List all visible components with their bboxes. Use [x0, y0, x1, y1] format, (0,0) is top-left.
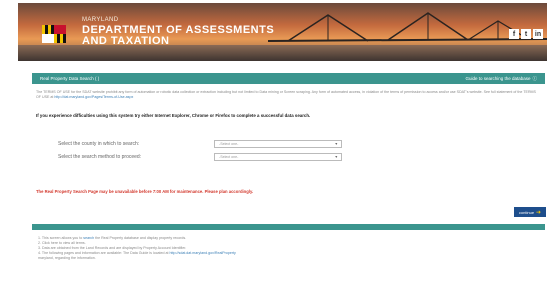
note-text: 1. This screen allows you to [38, 236, 84, 240]
method-label: Select the search method to proceed: [58, 154, 142, 160]
data-guide-link[interactable]: http://sdat.dat.maryland.gov/RealPropert… [170, 251, 236, 255]
chevron-down-icon: ▼ [334, 142, 338, 146]
continue-button[interactable]: continue ➜ [514, 207, 546, 217]
search-title-bar: Real Property Data Search ( ) Guide to s… [32, 73, 545, 84]
note-text: 4. The following pages and information a… [38, 251, 170, 255]
maintenance-warning: The Real Property Search Page may be una… [36, 189, 254, 194]
bridge-image [268, 12, 547, 42]
terms-of-use-link[interactable]: http://dat.maryland.gov/Pages/Terms-of-U… [54, 95, 133, 99]
county-select[interactable]: -Select one- ▼ [214, 140, 342, 148]
method-row: Select the search method to proceed: -Se… [58, 153, 342, 161]
note-text: maryland, regarding the information. [38, 256, 96, 260]
note-text: 3. Data are obtained from the Land Recor… [38, 246, 187, 250]
disclaimer-text: The TERMS OF USE for the SDAT website pr… [36, 90, 390, 94]
section-divider [32, 224, 545, 230]
search-link[interactable]: search [83, 236, 94, 240]
linkedin-icon[interactable]: in [533, 29, 543, 39]
county-row: Select the county in which to search: -S… [58, 140, 342, 148]
browser-notice: If you experience difficulties using thi… [36, 113, 311, 118]
help-icon: ⓘ [532, 75, 538, 81]
header-banner: MARYLAND DEPARTMENT OF ASSESSMENTS AND T… [18, 3, 547, 61]
help-notes: 1. This screen allows you to search the … [38, 236, 543, 261]
guide-link-label: Guide to searching the database [465, 76, 531, 81]
county-select-value: -Select one- [219, 142, 239, 146]
twitter-icon[interactable]: t [521, 29, 531, 39]
social-links: f t in [509, 29, 543, 39]
county-label: Select the county in which to search: [58, 141, 140, 147]
department-line2: AND TAXATION [82, 35, 170, 47]
note-text: the Real Property database and display p… [94, 236, 187, 240]
method-select-value: -Select one- [219, 155, 239, 159]
method-select[interactable]: -Select one- ▼ [214, 153, 342, 161]
note-text: 2. Click here to view all terms. [38, 241, 86, 245]
page-title: Real Property Data Search ( ) [40, 76, 100, 81]
terms-disclaimer: The TERMS OF USE for the SDAT website pr… [36, 90, 541, 100]
maryland-flag-logo[interactable] [42, 25, 66, 43]
list-item: maryland, regarding the information. [38, 256, 543, 261]
arrow-right-icon: ➜ [536, 209, 542, 216]
facebook-icon[interactable]: f [509, 29, 519, 39]
guide-link[interactable]: Guide to searching the database ⓘ [465, 76, 537, 82]
continue-label: continue [518, 209, 535, 215]
department-name[interactable]: DEPARTMENT OF ASSESSMENTS AND TAXATION [82, 25, 274, 47]
chevron-down-icon: ▼ [334, 155, 338, 159]
state-name: MARYLAND [82, 17, 119, 23]
